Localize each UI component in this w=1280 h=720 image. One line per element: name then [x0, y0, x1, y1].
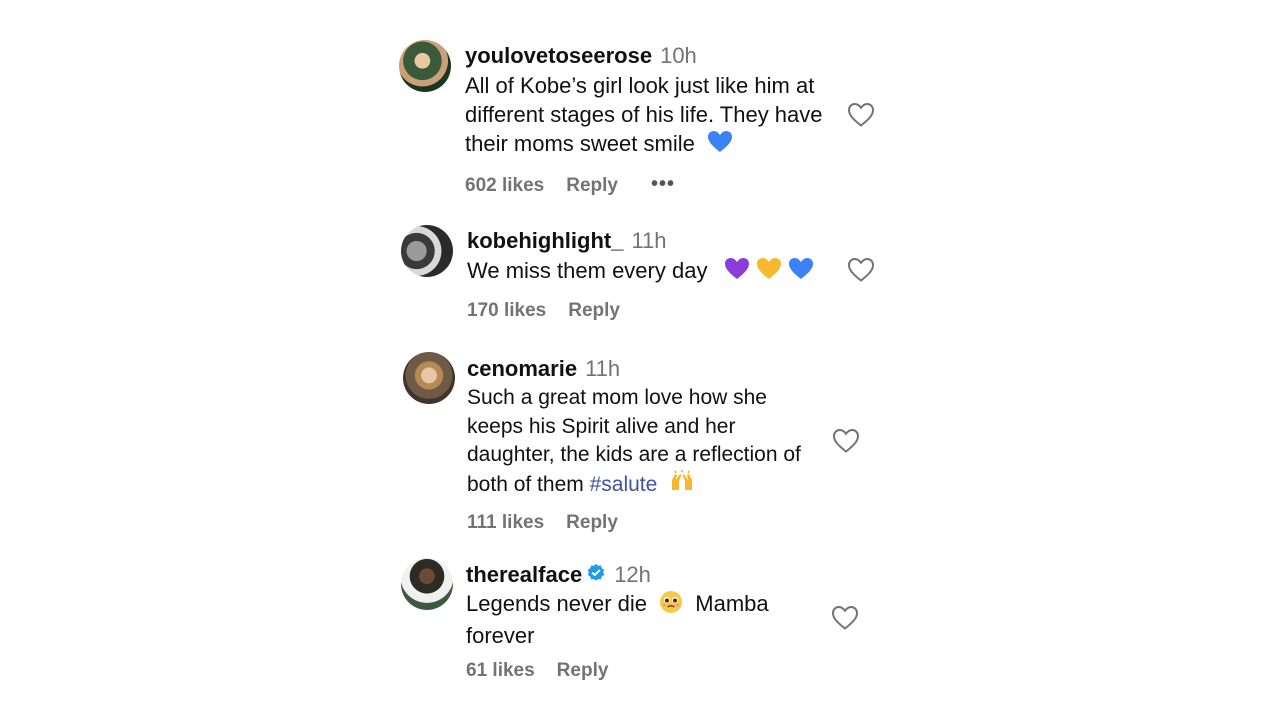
likes-count[interactable]: 602 likes [465, 175, 544, 196]
comment-meta: 111 likes Reply [467, 512, 640, 534]
raised-hands-icon [669, 469, 695, 501]
comment-header: cenomarie 11h [467, 355, 620, 383]
comment-meta: 170 likes Reply [467, 300, 642, 322]
timestamp: 10h [660, 43, 697, 68]
comment-header: kobehighlight_ 11h [467, 227, 667, 255]
like-heart-icon[interactable] [831, 605, 859, 631]
yellow-heart-icon [756, 257, 782, 288]
verified-badge-icon [586, 562, 606, 590]
comment-meta: 61 likes Reply [466, 660, 630, 682]
avatar[interactable] [403, 352, 455, 404]
likes-count[interactable]: 111 likes [467, 512, 544, 533]
reply-button[interactable]: Reply [557, 660, 609, 681]
reply-button[interactable]: Reply [566, 512, 618, 533]
username[interactable]: therealface [466, 562, 582, 587]
avatar[interactable] [401, 225, 453, 277]
username[interactable]: cenomarie [467, 356, 577, 381]
more-options-icon[interactable]: ••• [651, 173, 675, 196]
avatar[interactable] [401, 558, 453, 610]
pleading-face-icon [659, 590, 683, 621]
username[interactable]: youlovetoseerose [465, 43, 652, 68]
timestamp: 12h [614, 562, 651, 587]
comment-meta: 602 likes Reply [465, 175, 640, 197]
username[interactable]: kobehighlight_ [467, 228, 623, 253]
likes-count[interactable]: 170 likes [467, 300, 546, 321]
blue-heart-icon [707, 130, 733, 161]
like-heart-icon[interactable] [847, 102, 875, 128]
purple-heart-icon [724, 257, 750, 288]
comment-text: Legends never die Mamba forever [466, 590, 769, 648]
comment-header: youlovetoseerose 10h [465, 42, 697, 70]
reply-button[interactable]: Reply [566, 175, 618, 196]
like-heart-icon[interactable] [847, 257, 875, 283]
timestamp: 11h [585, 356, 621, 381]
comment-text: Such a great mom love how she keeps his … [467, 384, 817, 500]
reply-button[interactable]: Reply [568, 300, 620, 321]
likes-count[interactable]: 61 likes [466, 660, 535, 681]
blue-heart-icon [788, 257, 814, 288]
comment-text: We miss them every day [467, 256, 847, 288]
timestamp: 11h [631, 228, 667, 253]
comment-header: therealface 12h [466, 561, 651, 590]
hashtag-link[interactable]: #salute [590, 472, 658, 495]
avatar[interactable] [399, 40, 451, 92]
comment-text: All of Kobe’s girl look just like him at… [465, 71, 825, 161]
like-heart-icon[interactable] [832, 428, 860, 454]
